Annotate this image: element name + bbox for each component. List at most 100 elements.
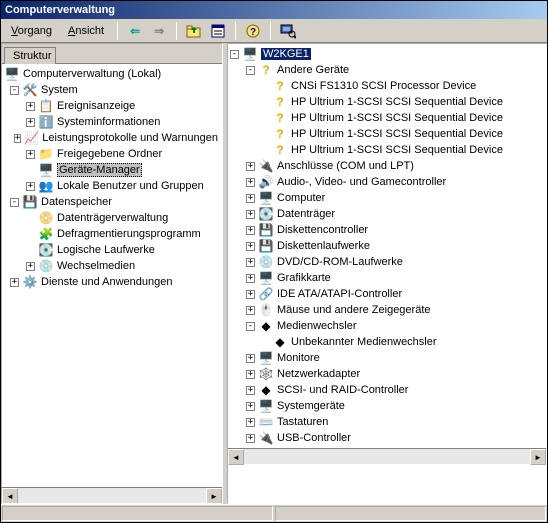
forward-button[interactable]: ⇒ [149,21,169,41]
node-dvd[interactable]: +💿DVD/CD-ROM-Laufwerke [228,254,546,270]
scroll-left-button[interactable]: ◄ [2,488,18,504]
menu-vorgang[interactable]: Vorgang [5,23,58,39]
node-dev3[interactable]: ?HP Ultrium 1-SCSI SCSI Sequential Devic… [228,126,546,142]
computer-icon: 🖥️ [242,46,258,62]
properties-button[interactable] [208,21,228,41]
left-hscroll[interactable]: ◄ ► [2,487,222,503]
defrag-icon: 🧩 [38,226,54,242]
expand-icon[interactable]: + [26,102,35,111]
node-defrag[interactable]: 🧩Defragmentierungsprogramm [2,226,222,242]
expand-icon[interactable]: + [246,418,255,427]
disk-icon: 💽 [258,206,274,222]
node-leistung[interactable]: +📈Leistungsprotokolle und Warnungen [2,130,222,146]
node-freigeg[interactable]: +📁Freigegebene Ordner [2,146,222,162]
node-unbek[interactable]: ◆Unbekannter Medienwechsler [228,334,546,350]
separator [270,22,271,40]
expand-icon[interactable]: + [26,262,35,271]
node-usb[interactable]: +🔌USB-Controller [228,430,546,446]
node-dev4[interactable]: ?HP Ultrium 1-SCSI SCSI Sequential Devic… [228,142,546,158]
node-sysger[interactable]: +🖥️Systemgeräte [228,398,546,414]
expand-icon[interactable]: + [246,178,255,187]
computer-icon-button[interactable] [278,21,298,41]
collapse-icon[interactable]: - [246,66,255,75]
node-geraete[interactable]: 🖥️Geräte-Manager [2,162,222,178]
device-mgr-icon: 🖥️ [38,162,54,178]
expand-icon[interactable]: + [246,402,255,411]
node-audio[interactable]: +🔊Audio-, Video- und Gamecontroller [228,174,546,190]
node-andere[interactable]: -?Andere Geräte [228,62,546,78]
node-logisch[interactable]: 💽Logische Laufwerke [2,242,222,258]
node-tast[interactable]: +⌨️Tastaturen [228,414,546,430]
node-dev2[interactable]: ?HP Ultrium 1-SCSI SCSI Sequential Devic… [228,110,546,126]
node-host[interactable]: -🖥️W2KGE1 [228,46,546,62]
info-icon: ℹ️ [38,114,54,130]
unknown-dev-icon: ? [272,142,288,158]
expand-icon[interactable]: + [246,162,255,171]
expand-icon[interactable]: + [246,226,255,235]
help-button[interactable]: ? [243,21,263,41]
unknown-dev-icon: ? [272,78,288,94]
left-tree[interactable]: 🖥️Computerverwaltung (Lokal) -🛠️System +… [2,63,222,487]
node-anschluesse[interactable]: +🔌Anschlüsse (COM und LPT) [228,158,546,174]
node-maeuse[interactable]: +🖱️Mäuse und andere Zeigegeräte [228,302,546,318]
back-button[interactable]: ⇐ [125,21,145,41]
node-lokale[interactable]: +👥Lokale Benutzer und Gruppen [2,178,222,194]
node-disklauf[interactable]: +💾Diskettenlaufwerke [228,238,546,254]
node-netz[interactable]: +🕸️Netzwerkadapter [228,366,546,382]
expand-icon[interactable]: + [26,118,35,127]
expand-icon[interactable]: + [26,150,35,159]
expand-icon[interactable]: + [246,258,255,267]
port-icon: 🔌 [258,158,274,174]
tab-struktur[interactable]: Struktur [4,47,56,64]
scroll-right-button[interactable]: ► [530,449,546,465]
expand-icon[interactable]: + [246,290,255,299]
right-hscroll[interactable]: ◄ ► [228,448,546,464]
node-dtverwalt[interactable]: 📀Datenträgerverwaltung [2,210,222,226]
node-system[interactable]: -🛠️System [2,82,222,98]
scroll-left-button[interactable]: ◄ [228,449,244,465]
monitor-search-icon [280,23,296,39]
perf-icon: 📈 [24,130,39,146]
node-grafik[interactable]: +🖥️Grafikkarte [228,270,546,286]
node-wechsel[interactable]: +💿Wechselmedien [2,258,222,274]
menu-ansicht[interactable]: Ansicht [62,23,110,39]
node-root[interactable]: 🖥️Computerverwaltung (Lokal) [2,66,222,82]
svg-text:?: ? [250,27,256,38]
expand-icon[interactable]: + [26,182,35,191]
expand-icon[interactable]: + [246,354,255,363]
expand-icon[interactable]: + [246,210,255,219]
expand-icon[interactable]: + [246,434,255,443]
node-ereignis[interactable]: +📋Ereignisanzeige [2,98,222,114]
node-datentraeger[interactable]: +💽Datenträger [228,206,546,222]
scroll-track[interactable] [244,449,530,464]
node-medien[interactable]: -◆Medienwechsler [228,318,546,334]
collapse-icon[interactable]: - [10,86,19,95]
node-dev1[interactable]: ?HP Ultrium 1-SCSI SCSI Sequential Devic… [228,94,546,110]
mouse-icon: 🖱️ [258,302,274,318]
expand-icon[interactable]: + [246,194,255,203]
expand-icon[interactable]: + [14,134,21,143]
node-monitore[interactable]: +🖥️Monitore [228,350,546,366]
up-folder-button[interactable] [184,21,204,41]
floppy-icon: 💾 [258,238,274,254]
node-daten[interactable]: -💾Datenspeicher [2,194,222,210]
node-sysinfo[interactable]: +ℹ️Systeminformationen [2,114,222,130]
collapse-icon[interactable]: - [246,322,255,331]
expand-icon[interactable]: + [246,242,255,251]
expand-icon[interactable]: + [246,274,255,283]
collapse-icon[interactable]: - [10,198,19,207]
scroll-right-button[interactable]: ► [206,488,222,504]
expand-icon[interactable]: + [10,278,19,287]
node-diskctrl[interactable]: +💾Diskettencontroller [228,222,546,238]
node-scsi[interactable]: +◆SCSI- und RAID-Controller [228,382,546,398]
collapse-icon[interactable]: - [230,50,239,59]
node-dienste[interactable]: +⚙️Dienste und Anwendungen [2,274,222,290]
expand-icon[interactable]: + [246,386,255,395]
node-ide[interactable]: +🔗IDE ATA/ATAPI-Controller [228,286,546,302]
scroll-track[interactable] [18,488,206,503]
expand-icon[interactable]: + [246,306,255,315]
right-tree[interactable]: -🖥️W2KGE1 -?Andere Geräte ?CNSi FS1310 S… [228,44,546,448]
expand-icon[interactable]: + [246,370,255,379]
node-dev0[interactable]: ?CNSi FS1310 SCSI Processor Device [228,78,546,94]
node-computer[interactable]: +🖥️Computer [228,190,546,206]
